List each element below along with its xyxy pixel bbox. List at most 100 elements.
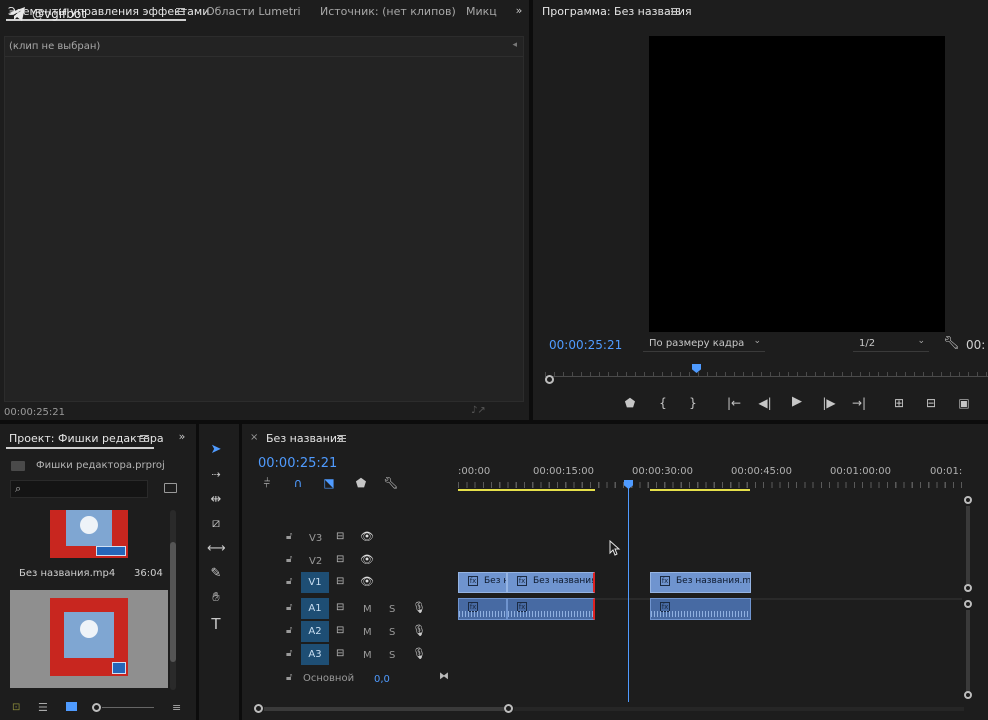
pen-tool-icon[interactable]: ✎ [207, 566, 225, 581]
work-area-bar[interactable] [650, 489, 750, 491]
new-bin-icon[interactable] [164, 483, 177, 493]
audio-clip[interactable]: fx [650, 598, 751, 620]
export-frame-camera-icon[interactable]: ▣ [956, 396, 972, 410]
project-menu-icon[interactable] [140, 435, 149, 442]
eye-icon[interactable]: 👁︎ [360, 530, 374, 543]
scrubber-start-handle[interactable] [545, 375, 554, 384]
toggle-sync-lock-icon[interactable]: ⊟ [336, 648, 344, 659]
linked-selection-icon[interactable]: ⬔ [321, 476, 337, 490]
add-marker-icon[interactable]: ⬟ [622, 396, 638, 410]
step-forward-icon[interactable]: |▶ [821, 396, 837, 410]
track-target-a3[interactable]: A3 [301, 644, 329, 665]
zoom-slider-track[interactable] [102, 707, 154, 708]
project-scrollbar-thumb[interactable] [170, 542, 176, 662]
mute-button[interactable]: M [363, 627, 372, 638]
project-scrollbar[interactable] [170, 510, 176, 690]
zoom-handle-left[interactable] [254, 704, 263, 713]
microphone-icon[interactable]: 🎙︎ [412, 624, 426, 637]
selection-tool-icon[interactable]: ➤ [207, 442, 225, 457]
lock-icon[interactable]: ⊡ [12, 702, 20, 713]
zoom-handle-right[interactable] [504, 704, 513, 713]
toggle-sync-lock-icon[interactable]: ⊟ [336, 531, 344, 542]
go-to-in-icon[interactable]: |← [726, 396, 742, 410]
eye-icon[interactable]: 👁︎ [360, 575, 374, 588]
type-tool-icon[interactable]: T [207, 615, 225, 633]
timeline-zoom-bar[interactable] [254, 704, 974, 714]
video-scrollbar[interactable] [964, 496, 972, 592]
project-item-selected[interactable] [10, 590, 168, 688]
fit-select[interactable]: По размеру кадра ⌄ [643, 336, 765, 352]
toggle-sync-lock-icon[interactable]: ⊟ [336, 554, 344, 565]
microphone-icon[interactable]: 🎙︎ [412, 647, 426, 660]
lock-icon[interactable]: 🔓︎ [286, 576, 292, 587]
nest-toggle-icon[interactable]: ⫩ [259, 476, 275, 490]
razor-tool-icon[interactable]: ⧄ [207, 516, 225, 531]
toggle-sync-lock-icon[interactable]: ⊟ [336, 625, 344, 636]
project-item[interactable]: Без названия.mp4 36:04 [10, 510, 178, 588]
project-menu-bottom-icon[interactable]: ≡ [172, 701, 181, 714]
lock-icon[interactable]: 🔓︎ [286, 531, 292, 542]
program-scrubber[interactable] [545, 364, 988, 384]
play-icon[interactable]: ▶ [789, 395, 805, 409]
panel-menu-icon[interactable] [176, 8, 185, 15]
mark-in-icon[interactable]: { [655, 396, 671, 410]
collapse-icon[interactable]: ◂ [512, 40, 517, 50]
lift-icon[interactable]: ⊞ [891, 396, 907, 410]
time-ruler[interactable]: :00:00 00:00:15:00 00:00:30:00 00:00:45:… [458, 464, 962, 494]
zoom-track[interactable] [264, 707, 504, 711]
timeline-menu-icon[interactable] [337, 435, 346, 442]
list-view-icon[interactable]: ☰ [38, 701, 48, 714]
program-menu-icon[interactable] [671, 8, 680, 15]
tab-lumetri-scopes[interactable]: Области Lumetri [206, 5, 301, 18]
mute-button[interactable]: M [363, 650, 372, 661]
scroll-handle-top[interactable] [964, 496, 972, 504]
eye-icon[interactable]: 👁︎ [360, 553, 374, 566]
audio-scrollbar[interactable] [964, 600, 972, 700]
track-target-a2[interactable]: A2 [301, 621, 329, 642]
program-title[interactable]: Программа: Без названия [542, 5, 692, 18]
go-to-end-icon[interactable]: ⧓ [439, 671, 449, 682]
mark-out-icon[interactable]: } [685, 396, 701, 410]
scroll-track[interactable] [966, 506, 970, 584]
scroll-handle-top[interactable] [964, 600, 972, 608]
lock-icon[interactable]: 🔓︎ [286, 554, 292, 565]
program-video-frame[interactable] [649, 36, 945, 332]
mute-button[interactable]: M [363, 604, 372, 615]
timeline-playhead[interactable] [624, 480, 633, 702]
timeline-timecode[interactable]: 00:00:25:21 [258, 456, 337, 471]
snap-icon[interactable]: ∩ [290, 476, 306, 490]
step-back-icon[interactable]: ◀| [757, 396, 773, 410]
search-input[interactable] [29, 481, 145, 497]
tab-audio-mixer[interactable]: Микц [466, 5, 497, 18]
solo-button[interactable]: S [389, 604, 395, 615]
export-frame-icon[interactable]: ♪↗ [471, 405, 486, 416]
scroll-handle-bottom[interactable] [964, 584, 972, 592]
audio-clip[interactable]: fx [458, 598, 507, 620]
wrench-icon[interactable]: 🔧︎ [943, 336, 960, 351]
track-select-tool-icon[interactable]: ⇢ [207, 468, 225, 481]
timeline-settings-icon[interactable]: 🔧︎ [383, 476, 399, 490]
lock-icon[interactable]: 🔓︎ [286, 602, 292, 613]
track-target-v1[interactable]: V1 [301, 572, 329, 593]
audio-clip[interactable]: fx [507, 598, 595, 620]
ripple-edit-tool-icon[interactable]: ⇹ [207, 492, 225, 507]
lock-icon[interactable]: 🔓︎ [286, 648, 292, 659]
toggle-sync-lock-icon[interactable]: ⊟ [336, 602, 344, 613]
icon-view-icon[interactable] [66, 702, 77, 711]
more-panels-icon[interactable]: » [174, 430, 190, 444]
hand-tool-icon[interactable]: ✋︎ [207, 590, 225, 605]
lock-icon[interactable]: 🔓︎ [286, 672, 292, 683]
zoom-track-rest[interactable] [514, 707, 964, 711]
track-target-a1[interactable]: A1 [301, 598, 329, 619]
zoom-slider-handle[interactable] [92, 703, 101, 712]
video-clip[interactable]: fx Без названия.mp4 [650, 572, 751, 593]
extract-icon[interactable]: ⊟ [923, 396, 939, 410]
solo-button[interactable]: S [389, 627, 395, 638]
timeline-tab[interactable]: Без названия [266, 432, 344, 445]
tab-source[interactable]: Источник: (нет клипов) [320, 5, 456, 18]
work-area-bar[interactable] [458, 489, 595, 491]
slip-tool-icon[interactable]: ⟷ [207, 541, 226, 556]
video-clip[interactable]: fx Без названия.m [507, 572, 595, 593]
project-search[interactable]: ⌕ [10, 480, 148, 498]
master-volume-value[interactable]: 0,0 [374, 674, 390, 685]
